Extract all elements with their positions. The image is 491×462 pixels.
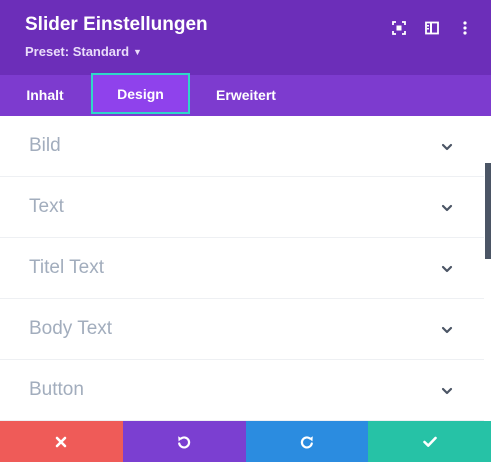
more-vertical-icon[interactable]	[456, 19, 474, 37]
chevron-down-icon	[441, 204, 453, 212]
settings-sections: Bild Text Titel Text Body Text Button	[0, 116, 484, 421]
chevron-down-icon	[441, 387, 453, 395]
panel-title: Slider Einstellungen	[25, 14, 208, 35]
chevron-down-icon	[441, 265, 453, 273]
section-bild[interactable]: Bild	[0, 116, 484, 177]
tab-bar: Inhalt Design Erweitert	[0, 73, 491, 116]
close-icon	[56, 436, 67, 447]
header-actions	[375, 19, 474, 37]
tab-inhalt[interactable]: Inhalt	[10, 75, 80, 116]
undo-button[interactable]	[122, 421, 246, 462]
section-label: Text	[29, 196, 64, 217]
chevron-down-icon	[441, 326, 453, 334]
section-text[interactable]: Text	[0, 177, 484, 238]
section-label: Button	[29, 379, 84, 400]
section-button[interactable]: Button	[0, 360, 484, 421]
settings-panel: Slider Einstellungen Preset: Standard▼	[0, 0, 491, 462]
redo-icon	[300, 435, 313, 448]
save-button[interactable]	[368, 421, 491, 462]
section-body-text[interactable]: Body Text	[0, 299, 484, 360]
scrollbar-thumb[interactable]	[485, 163, 491, 259]
chevron-down-icon	[441, 143, 453, 151]
tab-erweitert[interactable]: Erweitert	[203, 75, 289, 116]
action-bar	[0, 421, 491, 462]
expand-icon[interactable]	[390, 19, 408, 37]
panel-header: Slider Einstellungen Preset: Standard ▼	[0, 0, 491, 75]
undo-icon	[178, 435, 191, 448]
cancel-button[interactable]	[0, 421, 123, 462]
section-label: Bild	[29, 135, 61, 156]
section-label: Titel Text	[29, 257, 104, 278]
preset-label: Preset: Standard	[25, 44, 130, 59]
preset-dropdown[interactable]: Preset: Standard ▼	[25, 44, 142, 59]
redo-button[interactable]	[245, 421, 369, 462]
tab-design[interactable]: Design	[91, 73, 190, 114]
section-label: Body Text	[29, 318, 113, 339]
caret-down-icon: ▼	[133, 47, 142, 57]
checkmark-icon	[422, 436, 437, 447]
section-titel-text[interactable]: Titel Text	[0, 238, 484, 299]
sidebar-toggle-icon[interactable]	[423, 19, 441, 37]
